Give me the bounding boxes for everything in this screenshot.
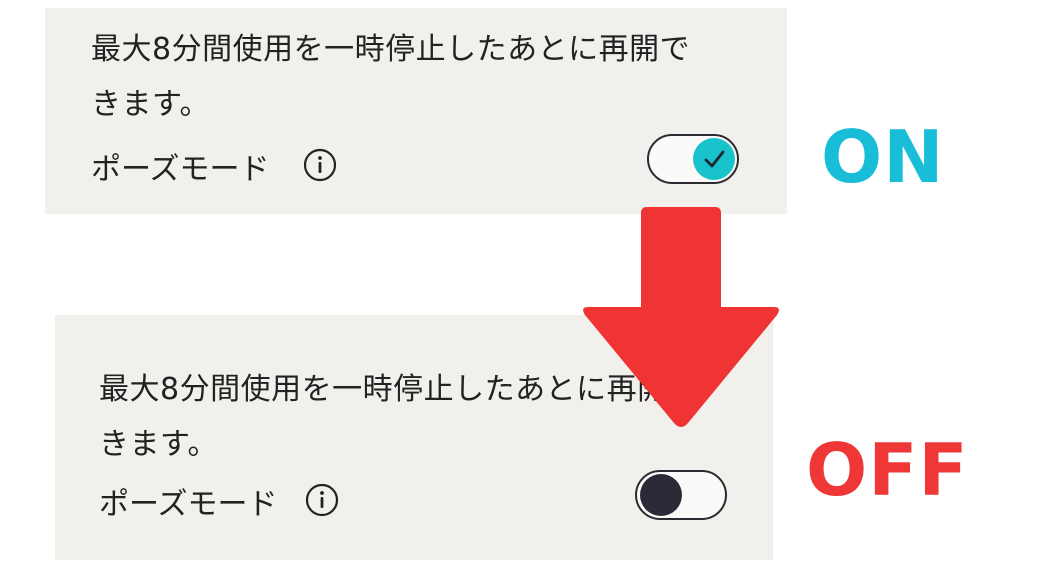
pause-mode-toggle[interactable] bbox=[635, 470, 727, 520]
checkmark-icon bbox=[704, 150, 725, 168]
pause-mode-toggle[interactable] bbox=[647, 134, 739, 184]
toggle-knob bbox=[640, 474, 682, 516]
description-line-1: 最大8分間使用を一時停止したあとに再開で bbox=[91, 32, 691, 67]
setting-description: 最大8分間使用を一時停止したあとに再開で きます。 bbox=[91, 22, 690, 132]
down-arrow-icon bbox=[583, 207, 779, 427]
on-label: ON bbox=[821, 115, 945, 199]
pause-mode-setting-on: 最大8分間使用を一時停止したあとに再開で きます。 ポーズモード bbox=[45, 8, 787, 214]
info-icon[interactable] bbox=[303, 148, 337, 182]
off-label: OFF bbox=[806, 428, 969, 512]
description-line-2: きます。 bbox=[91, 87, 210, 122]
info-icon[interactable] bbox=[305, 483, 339, 517]
pause-mode-label: ポーズモード bbox=[99, 487, 278, 522]
pause-mode-label: ポーズモード bbox=[91, 152, 270, 187]
toggle-knob bbox=[693, 138, 735, 180]
